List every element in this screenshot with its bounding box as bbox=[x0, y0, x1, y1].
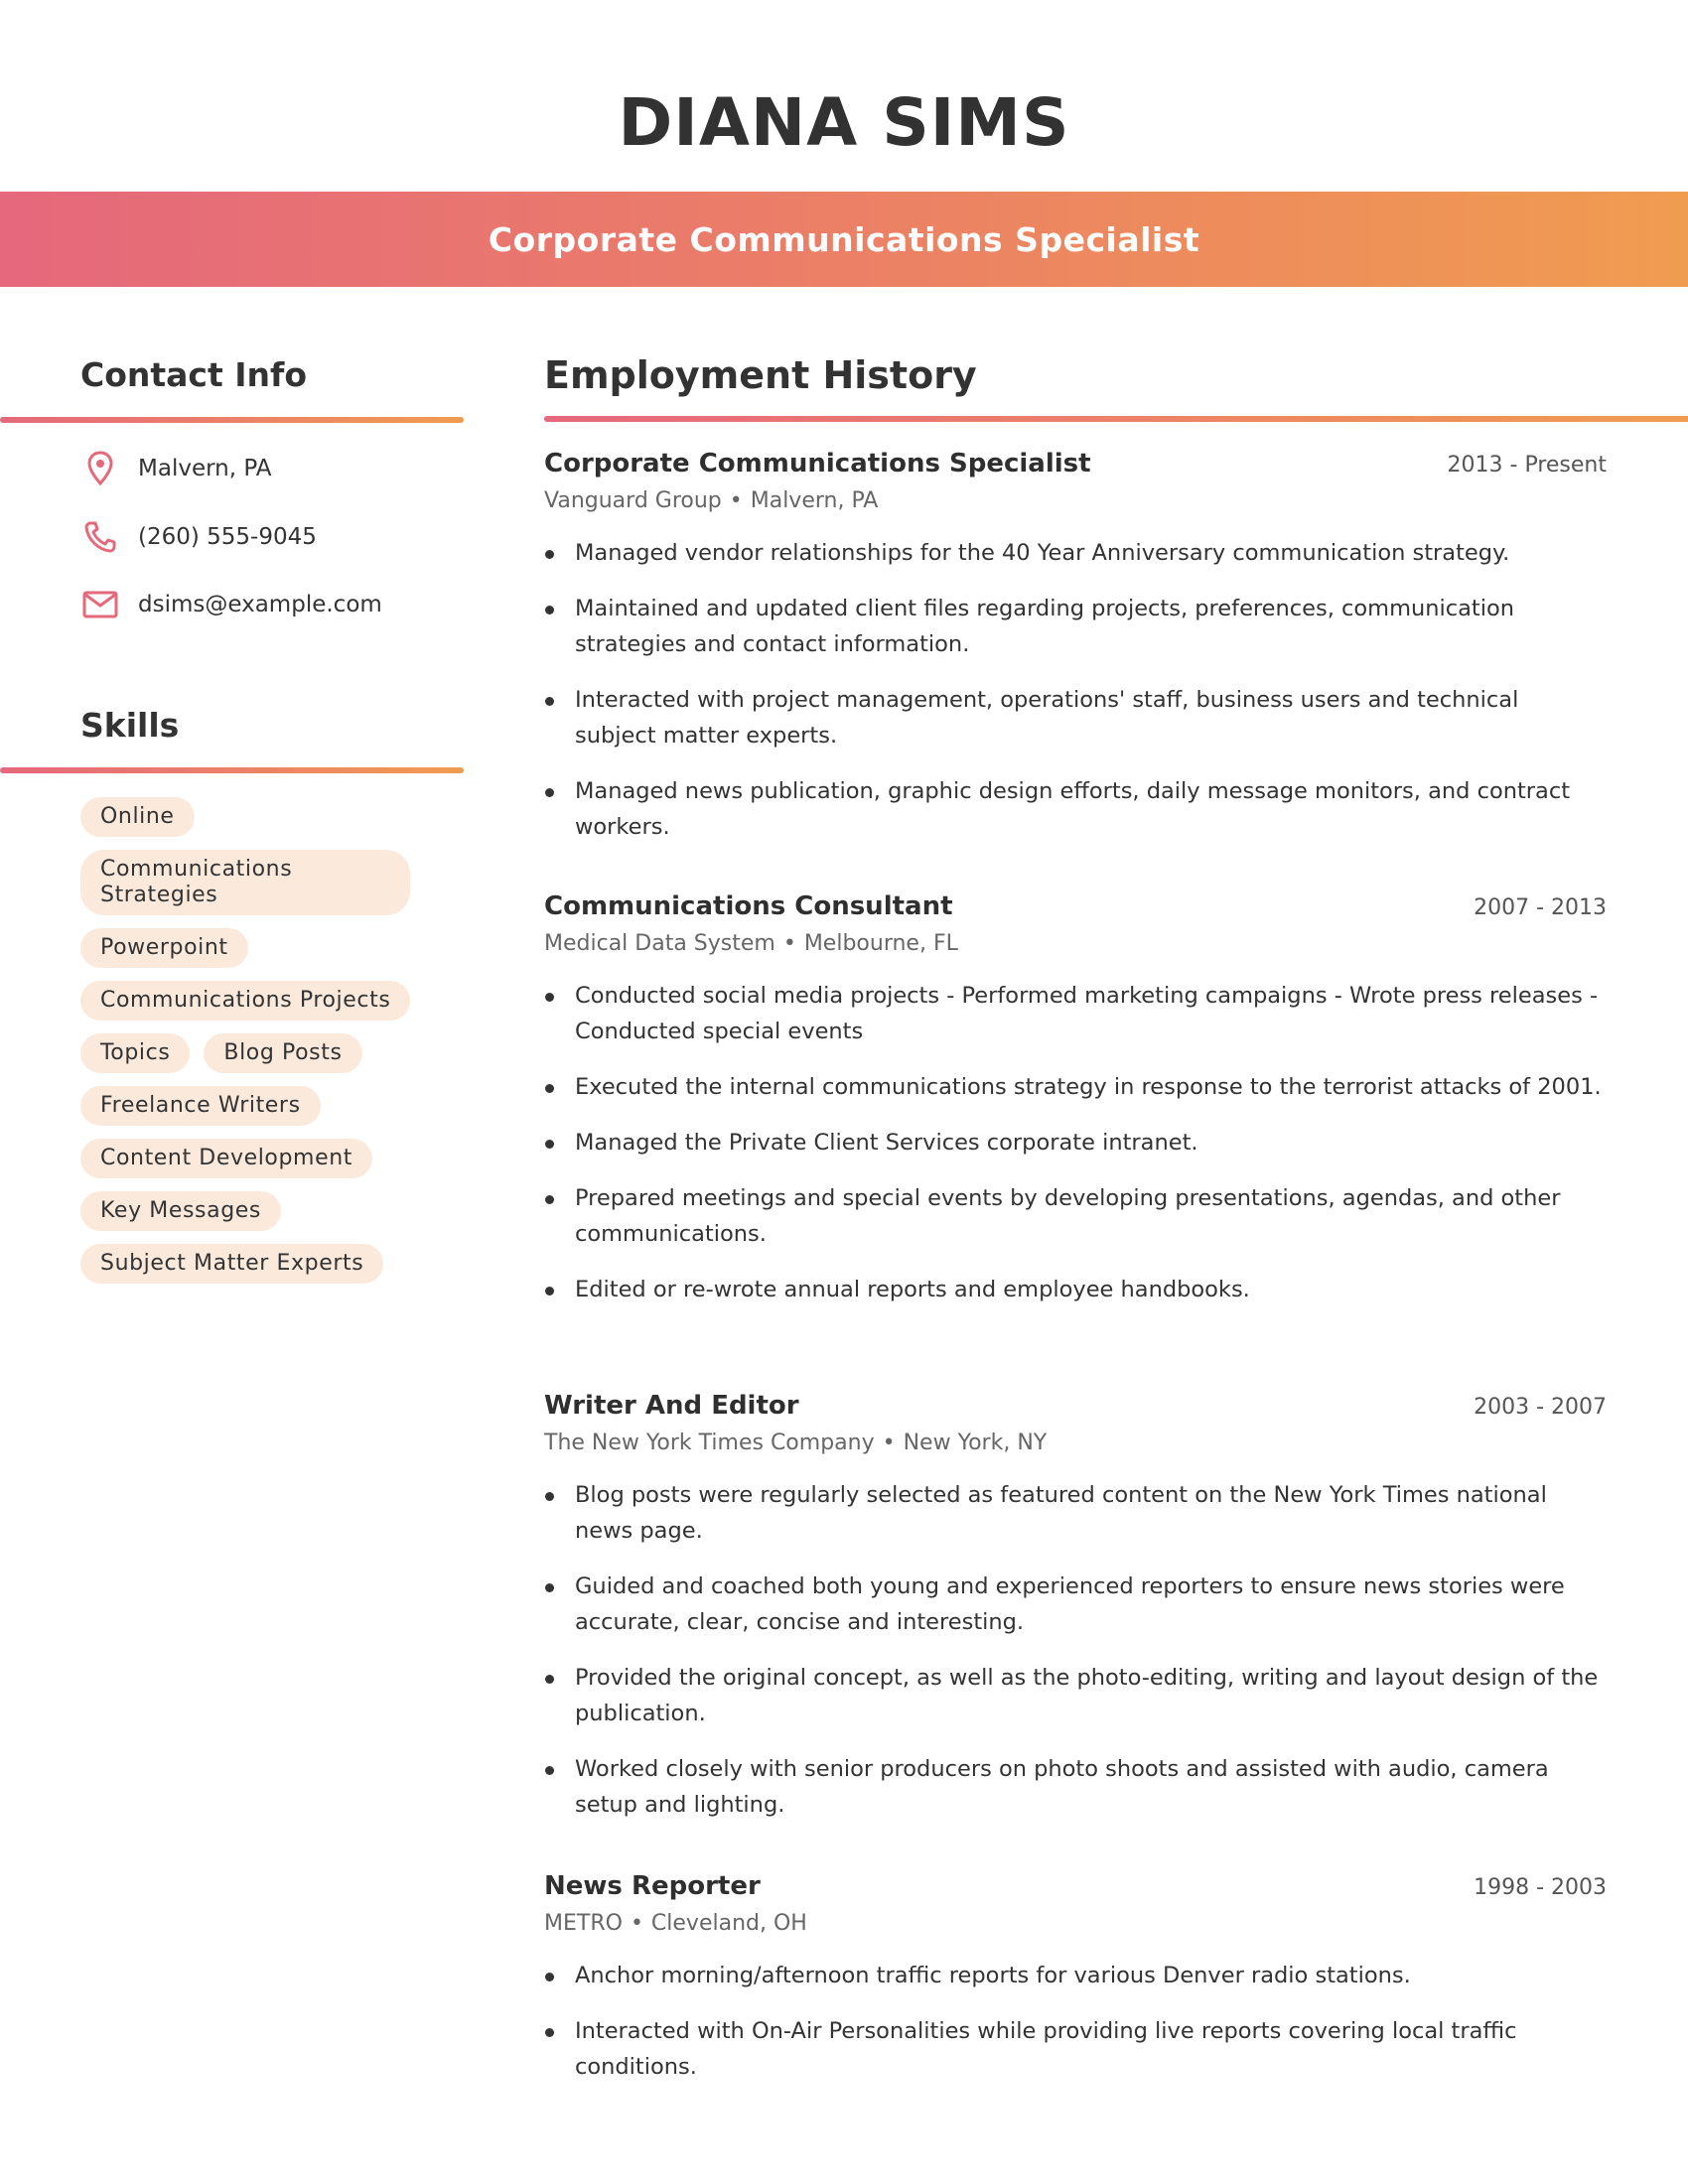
job-bullet: Managed the Private Client Services corp… bbox=[544, 1125, 1607, 1160]
skills-heading: Skills bbox=[80, 706, 180, 745]
job-entry: Writer And Editor 2003 - 2007 The New Yo… bbox=[544, 1391, 1607, 1843]
job-bullet: Interacted with On-Air Personalities whi… bbox=[544, 2013, 1607, 2085]
contact-location: Malvern, PA bbox=[80, 449, 271, 488]
separator-dot: • bbox=[630, 1911, 643, 1936]
job-bullet: Worked closely with senior producers on … bbox=[544, 1751, 1607, 1823]
job-dates: 2007 - 2013 bbox=[1474, 895, 1607, 920]
skill-chip: Communications Strategies bbox=[80, 850, 410, 915]
job-dates: 2003 - 2007 bbox=[1474, 1395, 1607, 1420]
employment-divider bbox=[544, 416, 1688, 422]
job-bullet: Anchor morning/afternoon traffic reports… bbox=[544, 1958, 1607, 1993]
job-company: The New York Times Company bbox=[544, 1431, 875, 1455]
job-employer-line: METRO • Cleveland, OH bbox=[544, 1911, 1607, 1936]
job-entry: Corporate Communications Specialist 2013… bbox=[544, 449, 1607, 865]
job-company: Medical Data System bbox=[544, 931, 775, 956]
job-bullets: Conducted social media projects - Perfor… bbox=[544, 978, 1607, 1307]
contact-email-text: dsims@example.com bbox=[138, 592, 382, 617]
job-title: Writer And Editor bbox=[544, 1391, 799, 1421]
contact-location-text: Malvern, PA bbox=[138, 456, 272, 481]
job-entry: News Reporter 1998 - 2003 METRO • Clevelan… bbox=[544, 1871, 1607, 2105]
skills-list: Online Communications Strategies Powerpo… bbox=[80, 797, 458, 1284]
skill-chip: Key Messages bbox=[80, 1191, 281, 1231]
job-employer-line: Medical Data System • Melbourne, FL bbox=[544, 931, 1607, 956]
job-location: Cleveland, OH bbox=[650, 1911, 807, 1936]
job-bullet: Maintained and updated client files rega… bbox=[544, 591, 1607, 662]
job-company: Vanguard Group bbox=[544, 488, 722, 513]
skill-chip: Communications Projects bbox=[80, 981, 411, 1021]
job-bullet: Prepared meetings and special events by … bbox=[544, 1180, 1607, 1252]
map-pin-icon bbox=[80, 449, 120, 488]
job-bullet: Interacted with project management, oper… bbox=[544, 682, 1607, 753]
job-employer-line: Vanguard Group • Malvern, PA bbox=[544, 488, 1607, 513]
job-bullet: Managed news publication, graphic design… bbox=[544, 773, 1607, 845]
job-entry: Communications Consultant 2007 - 2013 Me… bbox=[544, 891, 1607, 1327]
contact-email: dsims@example.com bbox=[80, 585, 382, 624]
job-bullet: Conducted social media projects - Perfor… bbox=[544, 978, 1607, 1049]
job-location: New York, NY bbox=[903, 1431, 1048, 1455]
skill-chip: Powerpoint bbox=[80, 928, 248, 968]
skill-chip: Blog Posts bbox=[204, 1033, 362, 1073]
job-dates: 2013 - Present bbox=[1447, 453, 1607, 478]
separator-dot: • bbox=[882, 1431, 896, 1455]
job-bullet: Edited or re-wrote annual reports and em… bbox=[544, 1272, 1607, 1307]
job-title: Corporate Communications Specialist bbox=[544, 449, 1091, 478]
skill-chip: Freelance Writers bbox=[80, 1086, 321, 1126]
contact-info-heading: Contact Info bbox=[80, 355, 308, 394]
separator-dot: • bbox=[729, 488, 743, 513]
job-bullet: Managed vendor relationships for the 40 … bbox=[544, 535, 1607, 571]
skill-chip: Online bbox=[80, 797, 195, 837]
job-location: Melbourne, FL bbox=[803, 931, 958, 956]
job-bullet: Blog posts were regularly selected as fe… bbox=[544, 1477, 1607, 1549]
job-bullet: Executed the internal communications str… bbox=[544, 1069, 1607, 1105]
separator-dot: • bbox=[782, 931, 796, 956]
job-bullet: Provided the original concept, as well a… bbox=[544, 1660, 1607, 1731]
job-bullets: Blog posts were regularly selected as fe… bbox=[544, 1477, 1607, 1823]
skills-divider bbox=[0, 767, 464, 773]
contact-phone: (260) 555-9045 bbox=[80, 517, 317, 557]
phone-icon bbox=[80, 517, 120, 557]
title-banner: Corporate Communications Specialist bbox=[0, 192, 1688, 287]
job-dates: 1998 - 2003 bbox=[1474, 1875, 1607, 1900]
mail-icon bbox=[80, 585, 120, 624]
job-bullets: Anchor morning/afternoon traffic reports… bbox=[544, 1958, 1607, 2085]
candidate-name: DIANA SIMS bbox=[618, 84, 1070, 161]
job-bullet: Guided and coached both young and experi… bbox=[544, 1569, 1607, 1640]
job-employer-line: The New York Times Company • New York, NY bbox=[544, 1431, 1607, 1455]
contact-divider bbox=[0, 417, 464, 423]
job-title: News Reporter bbox=[544, 1871, 761, 1901]
skill-chip: Content Development bbox=[80, 1139, 372, 1178]
contact-phone-text: (260) 555-9045 bbox=[138, 524, 317, 550]
job-title: Communications Consultant bbox=[544, 891, 953, 921]
skill-chip: Topics bbox=[80, 1033, 191, 1073]
skill-chip: Subject Matter Experts bbox=[80, 1244, 384, 1284]
employment-history-heading: Employment History bbox=[544, 353, 977, 397]
job-title-banner-text: Corporate Communications Specialist bbox=[488, 219, 1200, 259]
job-location: Malvern, PA bbox=[750, 488, 879, 513]
job-company: METRO bbox=[544, 1911, 623, 1936]
job-bullets: Managed vendor relationships for the 40 … bbox=[544, 535, 1607, 845]
